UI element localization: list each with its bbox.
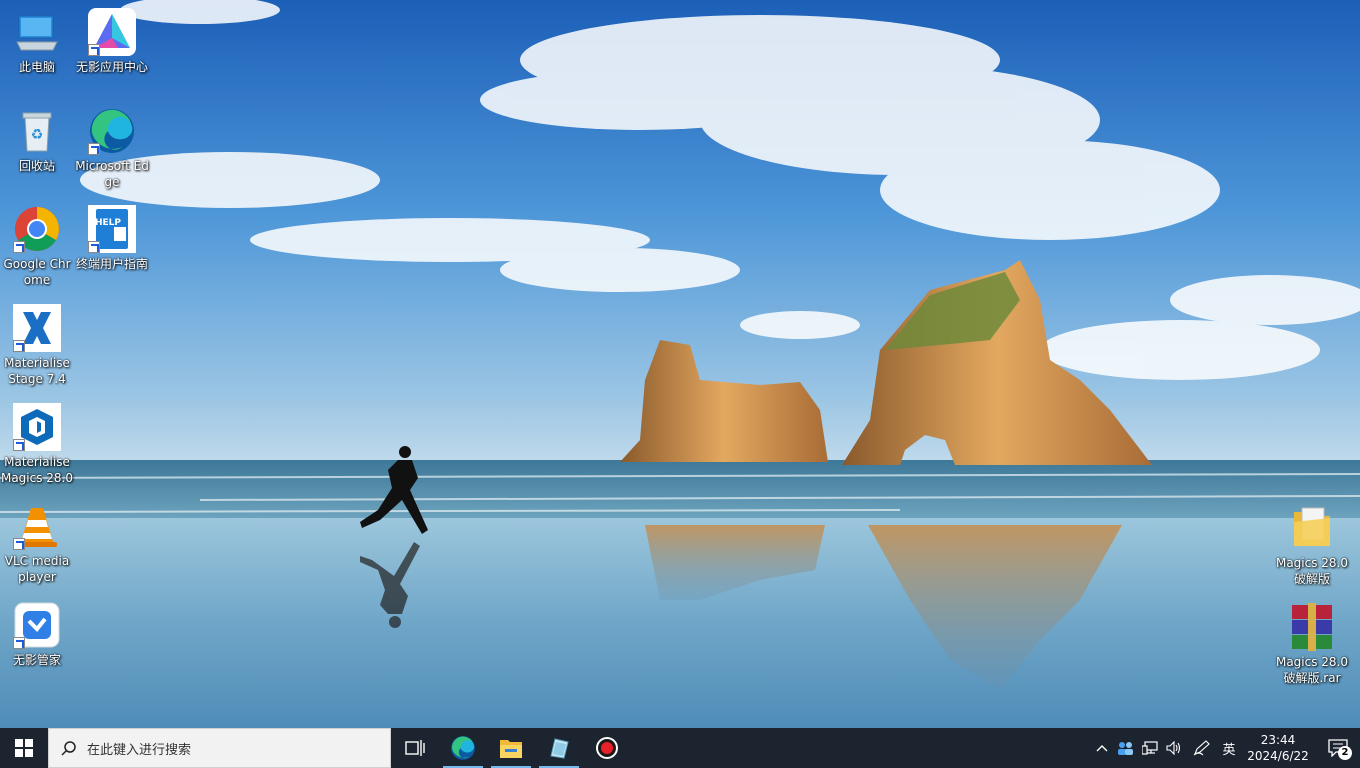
desktop-icon-google-chrome[interactable]: Google Chrome xyxy=(0,205,74,288)
recycle-bin-icon: ♻ xyxy=(13,107,61,155)
desktop-icon-label: Magics 28.0 破解版 xyxy=(1275,556,1349,586)
notification-count-badge: 2 xyxy=(1338,746,1352,760)
shortcut-arrow-icon xyxy=(13,637,25,649)
shortcut-arrow-icon xyxy=(88,44,100,56)
windows-logo-icon xyxy=(15,739,33,757)
search-icon xyxy=(61,741,76,756)
wuying-manager-icon xyxy=(13,601,61,649)
vlc-icon xyxy=(13,502,61,550)
task-view-button[interactable] xyxy=(391,728,439,768)
folder-icon xyxy=(1288,504,1336,552)
desktop-icon-label: Magics 28.0 破解版.rar xyxy=(1275,655,1349,685)
this-pc-icon xyxy=(13,8,61,56)
desktop-icon-label: Google Chrome xyxy=(3,257,71,287)
clock-date: 2024/6/22 xyxy=(1247,749,1309,763)
tray-network-button[interactable] xyxy=(1138,728,1162,768)
materialise-magics-icon xyxy=(13,403,61,451)
network-icon xyxy=(1142,741,1158,755)
tray-people-button[interactable] xyxy=(1114,728,1138,768)
desktop-icon-materialise-stage[interactable]: Materialise Stage 7.4 xyxy=(0,304,74,387)
tray-pen-button[interactable] xyxy=(1186,728,1218,768)
user-guide-icon: HELP xyxy=(88,205,136,253)
record-icon xyxy=(596,737,618,759)
people-icon xyxy=(1118,742,1133,755)
chrome-icon xyxy=(13,205,61,253)
winrar-archive-icon xyxy=(1288,603,1336,651)
desktop-icon-wuying-manager[interactable]: 无影管家 xyxy=(0,601,74,668)
tray-volume-button[interactable] xyxy=(1162,728,1186,768)
desktop-icon-vlc[interactable]: VLC media player xyxy=(0,502,74,585)
clock-time: 23:44 xyxy=(1260,733,1296,747)
desktop-icon-magics-folder[interactable]: Magics 28.0 破解版 xyxy=(1275,504,1349,587)
shortcut-arrow-icon xyxy=(88,241,100,253)
desktop-icon-label: 此电脑 xyxy=(18,60,55,74)
shortcut-arrow-icon xyxy=(13,439,25,451)
materialise-stage-icon xyxy=(13,304,61,352)
desktop-icon-wuying-app-center[interactable]: 无影应用中心 xyxy=(75,8,149,75)
pen-icon xyxy=(1193,740,1210,756)
file-explorer-icon xyxy=(500,740,522,758)
desktop-wallpaper xyxy=(0,0,1360,728)
start-button[interactable] xyxy=(0,728,48,768)
desktop-icon-microsoft-edge[interactable]: Microsoft Edge xyxy=(75,107,149,190)
edge-icon xyxy=(451,736,475,760)
desktop-icon-label: Microsoft Edge xyxy=(75,159,149,189)
svg-text:HELP: HELP xyxy=(95,218,121,228)
desktop-icon-label: Materialise Stage 7.4 xyxy=(4,356,70,386)
desktop-icon-user-guide[interactable]: HELP 终端用户指南 xyxy=(75,205,149,272)
search-placeholder: 在此键入进行搜索 xyxy=(87,742,192,758)
taskbar-clock[interactable]: 23:44 2024/6/22 xyxy=(1240,732,1316,764)
speaker-icon xyxy=(1166,741,1181,755)
desktop-icon-label: 无影应用中心 xyxy=(75,60,148,74)
desktop-icon-label: 终端用户指南 xyxy=(75,257,148,271)
taskbar-app-button[interactable] xyxy=(535,728,583,768)
desktop-icon-recycle-bin[interactable]: ♻ 回收站 xyxy=(0,107,74,174)
desktop-icon-magics-rar[interactable]: Magics 28.0 破解版.rar xyxy=(1275,603,1349,686)
show-hidden-icons-button[interactable] xyxy=(1090,728,1114,768)
taskbar-edge-button[interactable] xyxy=(439,728,487,768)
taskbar-file-explorer-button[interactable] xyxy=(487,728,535,768)
desktop-icon-this-pc[interactable]: 此电脑 xyxy=(0,8,74,75)
tray-ime-indicator[interactable]: 英 xyxy=(1218,728,1240,768)
desktop-icon-label: VLC media player xyxy=(4,554,70,584)
taskbar-recorder-button[interactable] xyxy=(583,728,631,768)
taskbar-search-box[interactable]: 在此键入进行搜索 xyxy=(48,728,391,768)
desktop-icon-label: Materialise Magics 28.0 xyxy=(0,455,74,485)
app-icon xyxy=(550,738,569,759)
desktop-icon-label: 无影管家 xyxy=(12,653,61,667)
system-tray: 英 23:44 2024/6/22 2 xyxy=(1090,728,1360,768)
wuying-app-center-icon xyxy=(88,8,136,56)
shortcut-arrow-icon xyxy=(88,143,100,155)
task-view-icon xyxy=(405,740,425,756)
desktop-icon-materialise-magics[interactable]: Materialise Magics 28.0 xyxy=(0,403,74,486)
shortcut-arrow-icon xyxy=(13,241,25,253)
edge-icon xyxy=(88,107,136,155)
svg-text:♻: ♻ xyxy=(31,127,44,143)
chevron-up-icon xyxy=(1096,745,1108,752)
action-center-button[interactable]: 2 xyxy=(1316,728,1360,768)
desktop-icon-label: 回收站 xyxy=(18,159,55,173)
shortcut-arrow-icon xyxy=(13,538,25,550)
taskbar: 在此键入进行搜索 英 23:44 2024/6/22 2 xyxy=(0,728,1360,768)
shortcut-arrow-icon xyxy=(13,340,25,352)
